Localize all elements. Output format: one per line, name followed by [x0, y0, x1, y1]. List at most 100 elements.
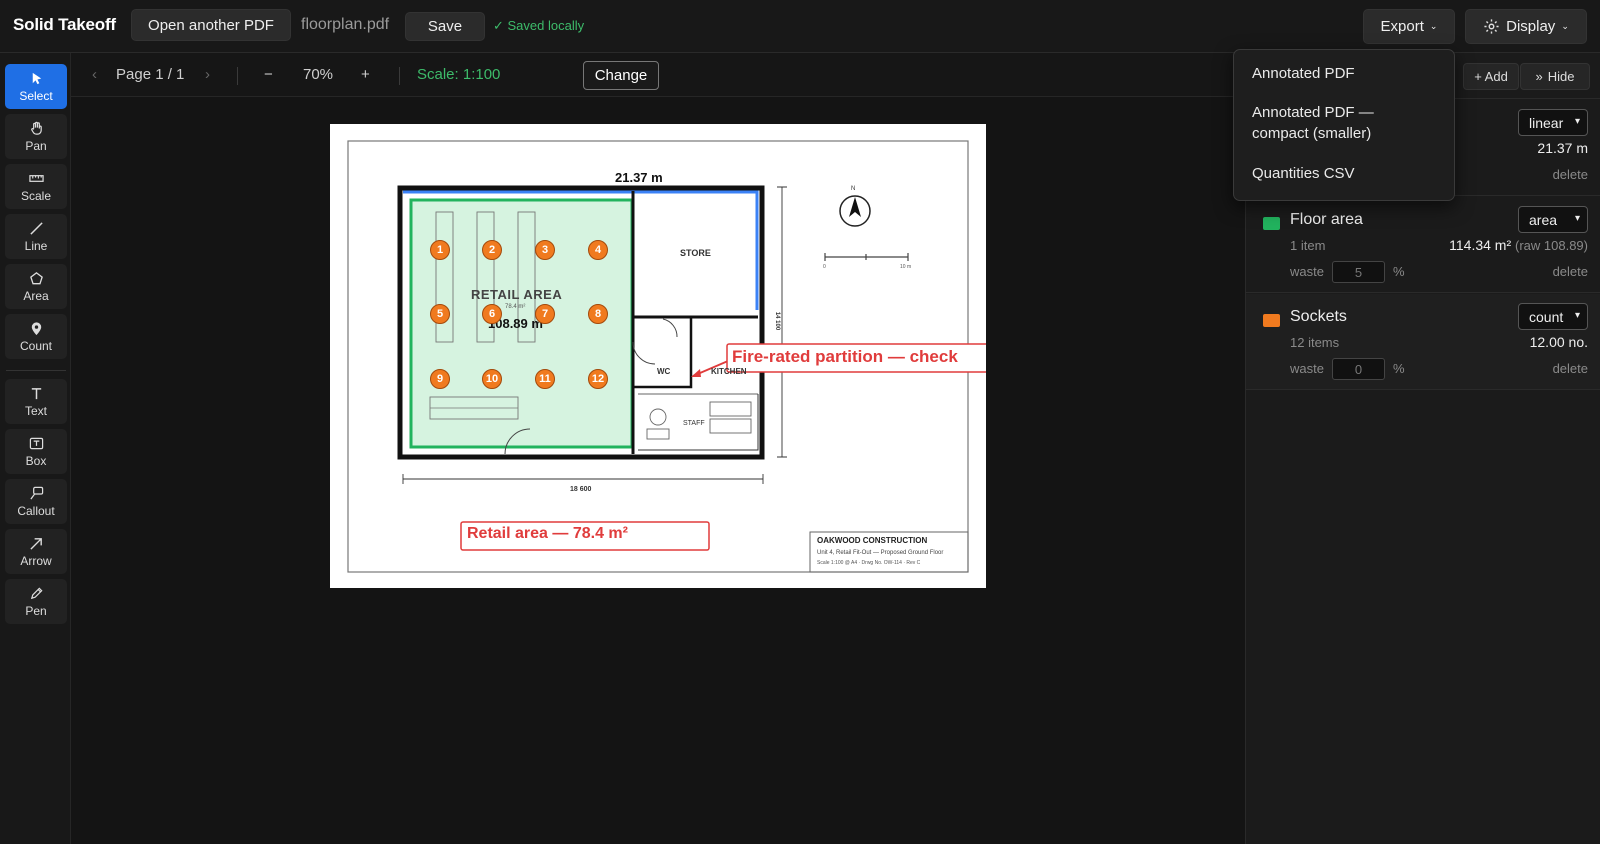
count-marker[interactable]: 8 [588, 304, 608, 324]
delete-link[interactable]: delete [1553, 264, 1588, 279]
quantity-value: 21.37 m [1537, 140, 1588, 156]
color-swatch[interactable] [1263, 314, 1280, 327]
menu-item-annotated-pdf-compact[interactable]: Annotated PDF — compact (smaller) [1252, 102, 1374, 144]
count-marker[interactable]: 9 [430, 369, 450, 389]
tool-label: Area [23, 288, 49, 303]
staff-label: STAFF [683, 420, 705, 427]
tool-label: Scale [20, 188, 52, 203]
scale-indicator: Scale: 1:100 [417, 66, 501, 83]
view-toolbar: ‹ Page 1 / 1 › − 70% + Scale: 1:100 Chan… [71, 53, 1245, 97]
bottom-dimension-label: 18 600 [570, 486, 592, 493]
page-indicator: Page 1 / 1 [116, 66, 185, 83]
store-label: STORE [680, 248, 711, 258]
waste-input[interactable]: 5 [1332, 261, 1385, 283]
tool-pan[interactable]: Pan [5, 114, 67, 159]
pen-icon [30, 586, 43, 599]
menu-item-annotated-pdf[interactable]: Annotated PDF [1252, 63, 1355, 84]
zoom-in-button[interactable]: + [361, 66, 370, 83]
tool-pen[interactable]: Pen [5, 579, 67, 624]
count-marker[interactable]: 7 [535, 304, 555, 324]
text-icon [31, 387, 41, 399]
zoom-out-button[interactable]: − [264, 66, 273, 83]
callout-text[interactable]: Fire-rated partition — check [732, 347, 987, 367]
prev-page-button[interactable]: ‹ [92, 66, 97, 83]
titleblock-project: Unit 4, Retail Fit-Out — Proposed Ground… [817, 550, 944, 556]
quantity-value: 12.00 no. [1529, 334, 1588, 350]
count-marker[interactable]: 11 [535, 369, 555, 389]
cursor-icon [32, 72, 41, 84]
count-marker[interactable]: 2 [482, 240, 502, 260]
count-marker[interactable]: 4 [588, 240, 608, 260]
export-button[interactable]: Export ⌄ [1363, 9, 1455, 44]
north-label: N [851, 186, 856, 192]
quantity-row-sockets[interactable]: Sockets count ▾ 12 items 12.00 no. waste… [1246, 294, 1600, 390]
export-label: Export [1380, 18, 1424, 35]
tool-label: Box [25, 453, 47, 468]
tool-count[interactable]: Count [5, 314, 67, 359]
count-marker[interactable]: 3 [535, 240, 555, 260]
tool-scale[interactable]: Scale [5, 164, 67, 209]
filename: floorplan.pdf [301, 16, 390, 33]
callout-icon [29, 486, 43, 499]
delete-link[interactable]: delete [1553, 361, 1588, 376]
kitchen-label: KITCHEN [711, 367, 747, 376]
pdf-page[interactable]: 21.37 m STORE RETAIL AREA 78.4 m² 108.89… [330, 124, 986, 588]
toolbar-divider [399, 67, 400, 85]
textbox-icon [29, 437, 43, 449]
export-menu: Annotated PDF Annotated PDF — compact (s… [1233, 49, 1455, 201]
open-pdf-button[interactable]: Open another PDF [131, 9, 291, 41]
tool-rail: Select Pan Scale Line Area Count Text Bo… [0, 53, 71, 844]
hand-icon [30, 121, 42, 135]
waste-input[interactable]: 0 [1332, 358, 1385, 380]
tool-callout[interactable]: Callout [5, 479, 67, 524]
tool-text[interactable]: Text [5, 379, 67, 424]
tool-select[interactable]: Select [5, 64, 67, 109]
rail-divider [6, 370, 66, 371]
tool-label: Arrow [20, 553, 52, 568]
tool-label: Line [24, 238, 48, 253]
tool-area[interactable]: Area [5, 264, 67, 309]
toolbar-divider [237, 67, 238, 85]
display-button[interactable]: Display ⌄ [1465, 9, 1587, 44]
count-marker[interactable]: 10 [482, 369, 502, 389]
add-quantity-button[interactable]: + Add [1463, 63, 1519, 90]
type-select-value: count [1529, 308, 1564, 325]
tool-label: Select [19, 88, 53, 103]
next-page-button[interactable]: › [205, 66, 210, 83]
pin-icon [31, 321, 41, 335]
delete-link[interactable]: delete [1553, 167, 1588, 182]
waste-label: waste [1290, 361, 1324, 376]
save-button[interactable]: Save [405, 12, 485, 41]
wc-label: WC [657, 367, 671, 376]
quantity-name[interactable]: Sockets [1290, 308, 1347, 326]
count-marker[interactable]: 5 [430, 304, 450, 324]
tool-box[interactable]: Box [5, 429, 67, 474]
type-select[interactable]: count ▾ [1518, 303, 1588, 330]
tool-arrow[interactable]: Arrow [5, 529, 67, 574]
waste-label: waste [1290, 264, 1324, 279]
type-select[interactable]: linear ▾ [1518, 109, 1588, 136]
scalebar-start-label: 0 [823, 264, 826, 270]
type-select-value: linear [1529, 114, 1564, 131]
quantity-row-floor-area[interactable]: Floor area area ▾ 1 item 114.34 m² (raw … [1246, 197, 1600, 293]
count-marker[interactable]: 12 [588, 369, 608, 389]
hide-panel-button[interactable]: » Hide [1520, 63, 1590, 90]
chevron-down-icon: ▾ [1574, 116, 1580, 127]
color-swatch[interactable] [1263, 217, 1280, 230]
top-bar: Solid Takeoff Open another PDF floorplan… [0, 0, 1600, 53]
count-marker[interactable]: 1 [430, 240, 450, 260]
tool-label: Count [19, 338, 53, 353]
tool-line[interactable]: Line [5, 214, 67, 259]
change-scale-button[interactable]: Change [583, 61, 659, 90]
menu-item-quantities-csv[interactable]: Quantities CSV [1252, 163, 1355, 184]
quantity-name[interactable]: Floor area [1290, 211, 1363, 229]
top-dimension-label: 21.37 m [613, 170, 665, 185]
arrow-icon [29, 537, 42, 550]
double-chevron-right-icon: » [1535, 69, 1543, 84]
retail-area-textbox[interactable]: Retail area — 78.4 m² [467, 525, 628, 543]
line-icon [29, 221, 43, 235]
tool-label: Pen [25, 603, 47, 618]
type-select[interactable]: area ▾ [1518, 206, 1588, 233]
saved-status: ✓ Saved locally [493, 18, 585, 33]
count-marker[interactable]: 6 [482, 304, 502, 324]
